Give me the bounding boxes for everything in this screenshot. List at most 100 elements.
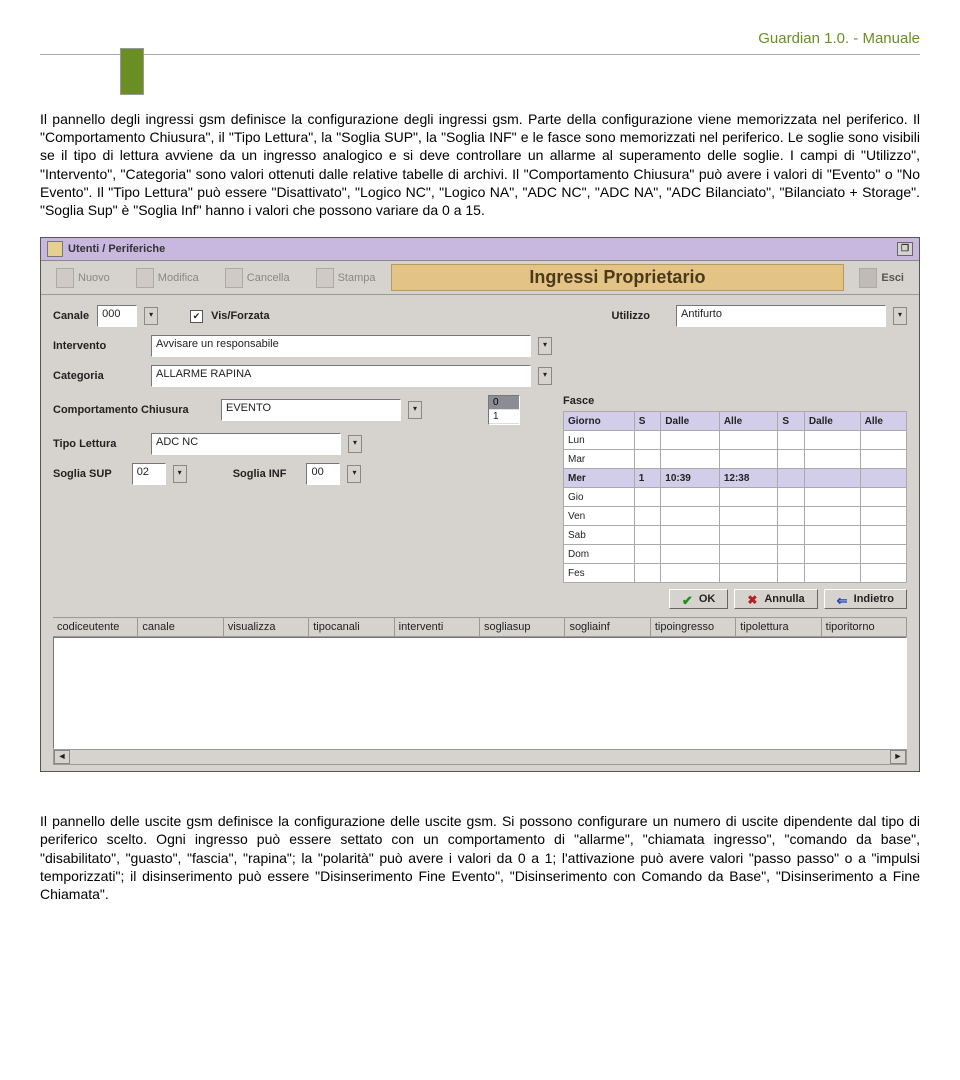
grid-column[interactable]: tipolettura [736,618,821,636]
fasce-header[interactable]: S [634,412,661,431]
fasce-cell[interactable] [634,488,661,507]
canale-field[interactable]: 000 [97,305,137,327]
grid-column[interactable]: codiceutente [53,618,138,636]
utilizzo-dropdown-icon[interactable]: ▾ [893,307,907,325]
fasce-cell[interactable] [778,507,805,526]
fasce-cell[interactable]: Ven [564,507,635,526]
fasce-cell[interactable]: Sab [564,526,635,545]
fasce-cell[interactable] [804,564,860,583]
fasce-row[interactable]: Ven [564,507,907,526]
fasce-cell[interactable] [860,564,906,583]
fasce-cell[interactable] [778,450,805,469]
fasce-cell[interactable] [860,469,906,488]
fasce-cell[interactable] [804,507,860,526]
sogliasup-field[interactable]: 02 [132,463,166,485]
esci-button[interactable]: Esci [848,264,915,291]
fasce-cell[interactable] [804,469,860,488]
fasce-cell[interactable] [661,507,720,526]
fasce-cell[interactable] [634,545,661,564]
ok-button[interactable]: ✔OK [669,589,729,609]
fasce-cell[interactable]: Mer [564,469,635,488]
modifica-button[interactable]: Modifica [125,264,210,291]
fasce-cell[interactable] [661,526,720,545]
grid-column[interactable]: tipocanali [309,618,394,636]
fasce-cell[interactable]: Mar [564,450,635,469]
canale-dropdown-icon[interactable]: ▾ [144,307,158,325]
comportamento-dropdown-icon[interactable]: ▾ [408,401,422,419]
fasce-cell[interactable] [778,488,805,507]
fasce-cell[interactable] [860,507,906,526]
fasce-cell[interactable] [634,526,661,545]
fasce-cell[interactable] [778,545,805,564]
grid-body[interactable] [53,637,907,749]
categoria-dropdown-icon[interactable]: ▾ [538,367,552,385]
fasce-row[interactable]: Dom [564,545,907,564]
fasce-cell[interactable] [719,545,778,564]
fasce-cell[interactable] [804,488,860,507]
maximize-icon[interactable]: ❐ [897,242,913,256]
scroll-right-icon[interactable]: ► [890,750,906,764]
fasce-header[interactable]: Alle [860,412,906,431]
fasce-cell[interactable] [778,469,805,488]
fasce-cell[interactable] [804,526,860,545]
fasce-cell[interactable] [661,545,720,564]
fasce-cell[interactable] [804,450,860,469]
fasce-cell[interactable] [778,526,805,545]
fasce-row[interactable]: Lun [564,431,907,450]
fasce-cell[interactable]: 12:38 [719,469,778,488]
fasce-cell[interactable] [860,488,906,507]
fasce-cell[interactable]: Fes [564,564,635,583]
sogliasup-dropdown-icon[interactable]: ▾ [173,465,187,483]
fasce-header[interactable]: Dalle [661,412,720,431]
index-1[interactable]: 1 [489,410,519,424]
grid-column-headers[interactable]: codiceutentecanalevisualizzatipocanaliin… [53,617,907,637]
fasce-cell[interactable] [778,564,805,583]
fasce-cell[interactable] [634,564,661,583]
fasce-header[interactable]: S [778,412,805,431]
grid-column[interactable]: tiporitorno [822,618,907,636]
fasce-cell[interactable]: Lun [564,431,635,450]
fasce-cell[interactable]: 10:39 [661,469,720,488]
fasce-row[interactable]: Mer110:3912:38 [564,469,907,488]
vis-checkbox[interactable]: ✔ [190,310,203,323]
fasce-cell[interactable] [860,545,906,564]
annulla-button[interactable]: ✖Annulla [734,589,817,609]
fasce-cell[interactable] [860,431,906,450]
sogliainf-field[interactable]: 00 [306,463,340,485]
horizontal-scrollbar[interactable]: ◄ ► [53,749,907,765]
utilizzo-field[interactable]: Antifurto [676,305,886,327]
stampa-button[interactable]: Stampa [305,264,387,291]
sogliainf-dropdown-icon[interactable]: ▾ [347,465,361,483]
fasce-cell[interactable] [661,431,720,450]
fasce-cell[interactable] [634,431,661,450]
fasce-cell[interactable] [860,526,906,545]
fasce-header[interactable]: Giorno [564,412,635,431]
grid-column[interactable]: interventi [395,618,480,636]
grid-column[interactable]: tipoingresso [651,618,736,636]
fasce-cell[interactable] [719,507,778,526]
fasce-table[interactable]: GiornoSDalleAlleSDalleAlle LunMarMer110:… [563,411,907,583]
fasce-cell[interactable] [804,431,860,450]
fasce-cell[interactable] [634,450,661,469]
fasce-cell[interactable] [719,450,778,469]
fasce-cell[interactable] [719,526,778,545]
fasce-cell[interactable] [661,488,720,507]
window-titlebar[interactable]: Utenti / Periferiche ❐ [41,238,919,261]
fasce-row[interactable]: Mar [564,450,907,469]
fasce-row[interactable]: Sab [564,526,907,545]
index-list[interactable]: 0 1 [488,395,520,425]
fasce-cell[interactable] [634,507,661,526]
indietro-button[interactable]: ⇐Indietro [824,589,907,609]
categoria-field[interactable]: ALLARME RAPINA [151,365,531,387]
fasce-cell[interactable]: 1 [634,469,661,488]
fasce-cell[interactable] [719,564,778,583]
fasce-row[interactable]: Fes [564,564,907,583]
grid-column[interactable]: visualizza [224,618,309,636]
comportamento-field[interactable]: EVENTO [221,399,401,421]
fasce-header[interactable]: Alle [719,412,778,431]
intervento-field[interactable]: Avvisare un responsabile [151,335,531,357]
grid-column[interactable]: sogliainf [565,618,650,636]
fasce-cell[interactable] [719,488,778,507]
fasce-cell[interactable] [860,450,906,469]
grid-column[interactable]: sogliasup [480,618,565,636]
